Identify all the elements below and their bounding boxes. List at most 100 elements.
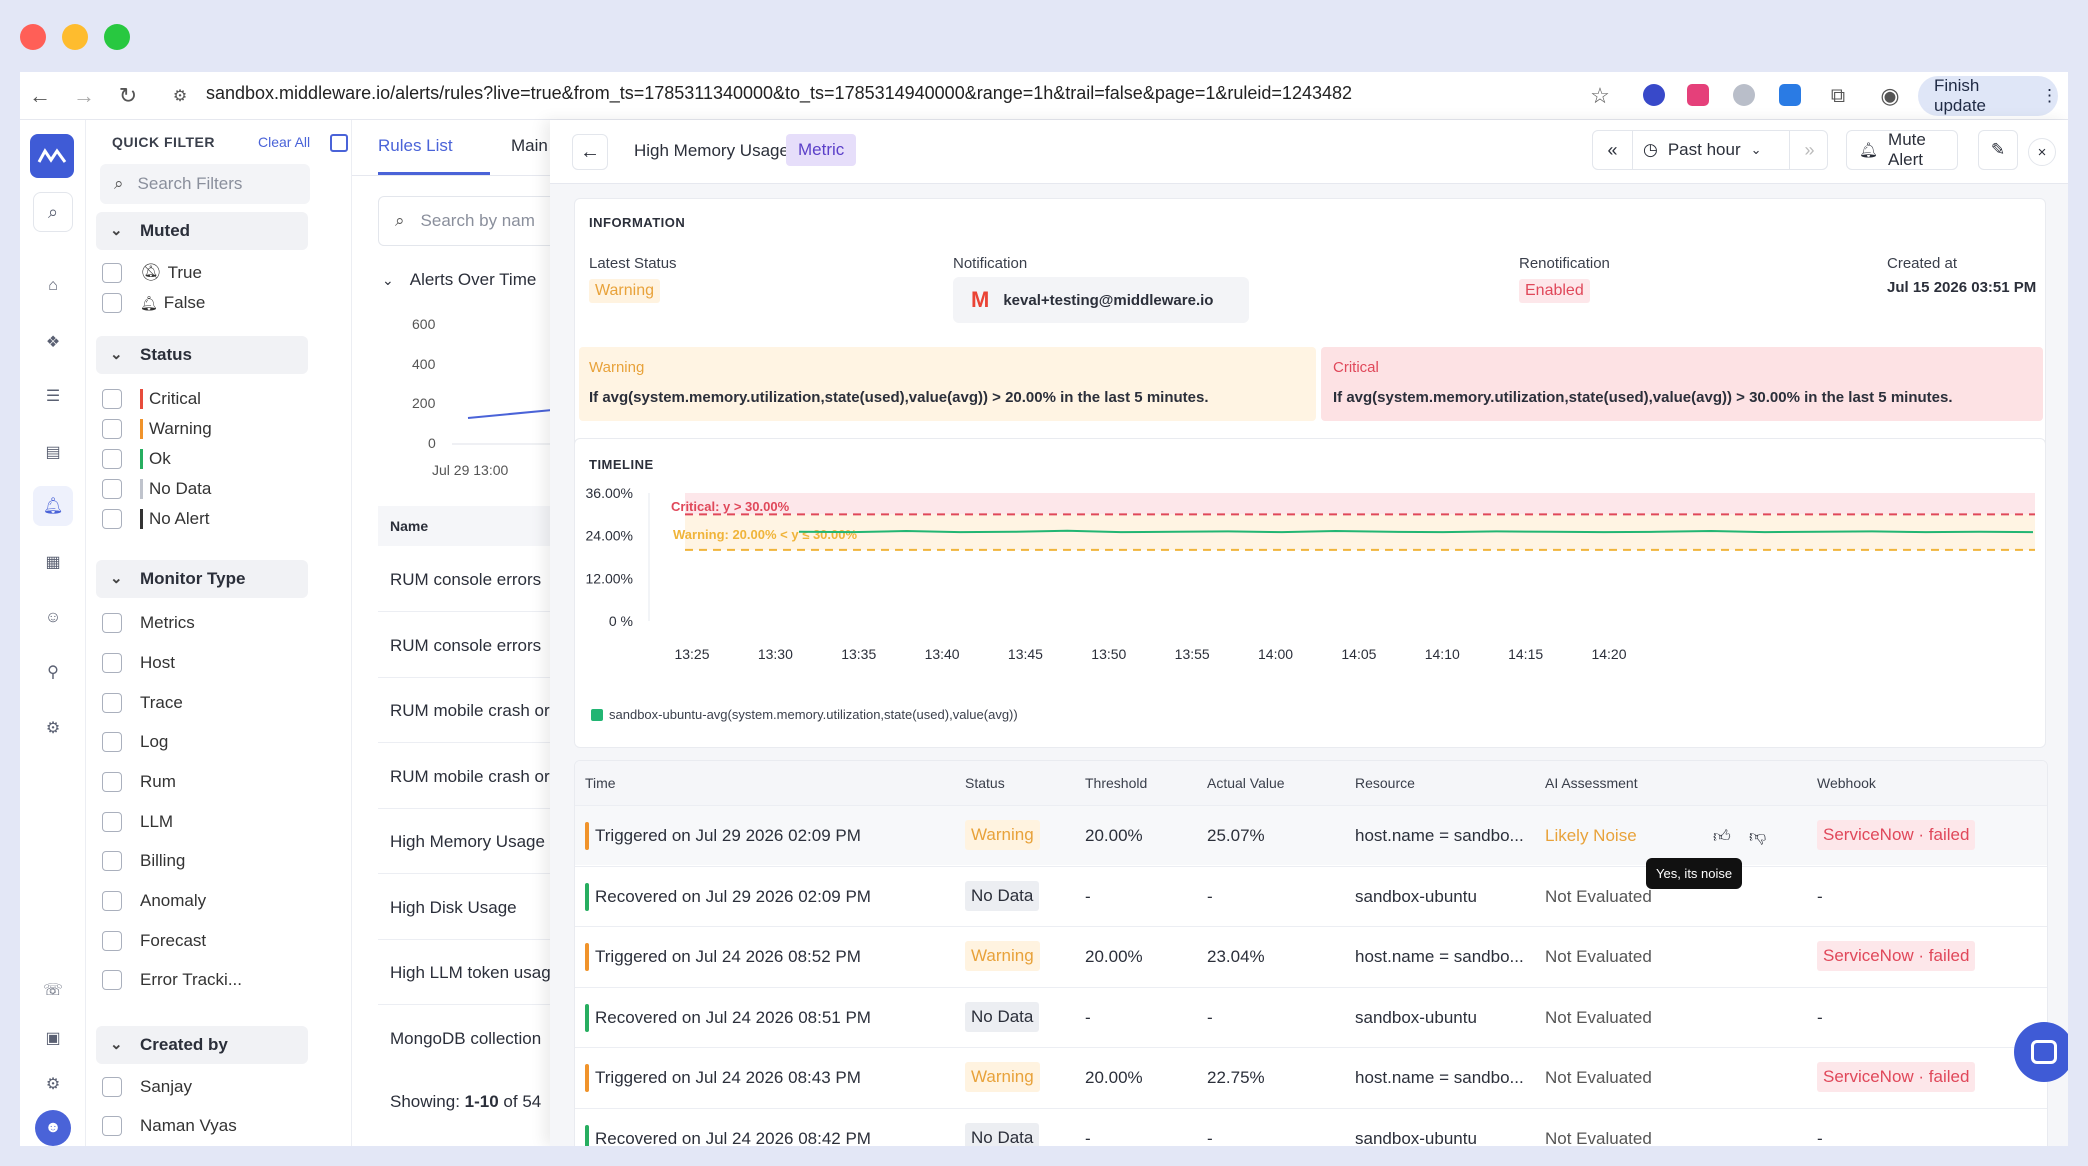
document-icon[interactable]: ▤ [33, 432, 73, 472]
chat-widget-button[interactable] [2014, 1022, 2068, 1082]
checkbox[interactable] [102, 1116, 122, 1136]
bookmark-star-icon[interactable]: ☆ [1584, 80, 1616, 112]
time-range-select[interactable]: ◷ Past hour ⌄ [1633, 131, 1789, 169]
infra-icon[interactable]: ❖ [33, 322, 73, 362]
checkbox[interactable] [102, 970, 122, 990]
table-row[interactable]: Recovered on Jul 24 2026 08:42 PM No Data… [575, 1107, 2047, 1146]
minimize-window-button[interactable] [62, 24, 88, 50]
checkbox[interactable] [102, 479, 122, 499]
site-settings-icon[interactable]: ⚙ [164, 80, 196, 112]
thumbs-down-icon[interactable]: 👎︎ [1749, 826, 1766, 847]
alerts-over-time-toggle[interactable]: ⌄ Alerts Over Time [382, 270, 536, 290]
filter-status-no-alert[interactable]: No Alert [102, 504, 209, 534]
mute-alert-button[interactable]: 🔔︎ Mute Alert [1846, 130, 1958, 170]
rules-search-input[interactable]: ⌕ Search by nam [378, 196, 551, 246]
back-icon[interactable]: ← [24, 80, 56, 112]
rule-row[interactable]: MongoDB collection [390, 1029, 541, 1049]
filter-status-no-data[interactable]: No Data [102, 474, 211, 504]
tab-rules-list[interactable]: Rules List [378, 136, 453, 156]
filter-muted-false[interactable]: 🔔︎ False [102, 288, 205, 318]
search-icon[interactable]: ⌕ [33, 192, 73, 232]
filter-type-metrics[interactable]: Metrics [102, 608, 195, 638]
clear-all-link[interactable]: Clear All [258, 134, 310, 150]
avatar[interactable]: ☻ [35, 1110, 71, 1146]
rule-row[interactable]: RUM console errors [390, 570, 541, 590]
filter-status-warning[interactable]: Warning [102, 414, 212, 444]
checkbox[interactable] [102, 812, 122, 832]
maximize-window-button[interactable] [104, 24, 130, 50]
table-row[interactable]: Recovered on Jul 24 2026 08:51 PM No Data… [575, 986, 2047, 1047]
rule-row[interactable]: High Disk Usage [390, 898, 517, 918]
checkbox[interactable] [102, 419, 122, 439]
table-row[interactable]: Triggered on Jul 29 2026 02:09 PM Warning… [575, 805, 2047, 865]
filter-muted-true[interactable]: 🔕︎ True [102, 258, 202, 288]
back-arrow-icon[interactable]: ← [572, 134, 608, 170]
status-section[interactable]: ⌄ Status [96, 336, 308, 374]
rule-row[interactable]: High LLM token usag [390, 963, 551, 983]
extension-s-icon[interactable] [1643, 84, 1665, 106]
checkbox[interactable] [102, 509, 122, 529]
filter-type-llm[interactable]: LLM [102, 807, 173, 837]
filter-creator-naman[interactable]: Naman Vyas [102, 1111, 237, 1141]
filter-type-error-tracking[interactable]: Error Tracki... [102, 965, 242, 995]
checkbox[interactable] [102, 653, 122, 673]
collapse-panel-icon[interactable] [330, 134, 348, 152]
filter-type-trace[interactable]: Trace [102, 688, 183, 718]
filter-search-input[interactable]: ⌕ Search Filters [100, 164, 310, 204]
checkbox[interactable] [102, 1077, 122, 1097]
filter-type-rum[interactable]: Rum [102, 767, 176, 797]
bot-icon[interactable]: ☺ [33, 598, 73, 638]
filter-status-ok[interactable]: Ok [102, 444, 171, 474]
user-search-icon[interactable]: ⚲ [33, 652, 73, 692]
filter-type-host[interactable]: Host [102, 648, 175, 678]
checkbox[interactable] [102, 693, 122, 713]
checkbox[interactable] [102, 293, 122, 313]
edit-pencil-icon[interactable]: ✎ [1978, 130, 2018, 170]
double-chevron-right-icon[interactable]: » [1789, 131, 1829, 169]
checkbox[interactable] [102, 263, 122, 283]
checkbox[interactable] [102, 772, 122, 792]
gear-icon[interactable]: ⚙ [33, 1064, 73, 1104]
rule-row[interactable]: RUM mobile crash or [390, 767, 550, 787]
alerts-icon[interactable]: 🔔︎ [33, 486, 73, 526]
reload-icon[interactable]: ↻ [112, 80, 144, 112]
logs-icon[interactable]: ☰ [33, 376, 73, 416]
close-window-button[interactable] [20, 24, 46, 50]
checkbox[interactable] [102, 851, 122, 871]
filter-creator-sanjay[interactable]: Sanjay [102, 1072, 192, 1102]
extension-color-icon[interactable] [1687, 84, 1709, 106]
filter-status-critical[interactable]: Critical [102, 384, 201, 414]
close-icon[interactable]: × [2028, 138, 2056, 166]
thumbs-up-icon[interactable]: 👍︎ [1713, 826, 1731, 847]
filter-type-billing[interactable]: Billing [102, 846, 185, 876]
checkbox[interactable] [102, 449, 122, 469]
url-field[interactable]: sandbox.middleware.io/alerts/rules?live=… [206, 83, 1352, 104]
table-row[interactable]: Triggered on Jul 24 2026 08:43 PM Warning… [575, 1047, 2047, 1107]
table-row[interactable]: Recovered on Jul 29 2026 02:09 PM No Data… [575, 865, 2047, 926]
dashboard-icon[interactable]: ▦ [33, 542, 73, 582]
rule-row[interactable]: RUM mobile crash or [390, 701, 550, 721]
filter-type-anomaly[interactable]: Anomaly [102, 886, 206, 916]
rule-row[interactable]: RUM console errors [390, 636, 541, 656]
checkbox[interactable] [102, 613, 122, 633]
support-icon[interactable]: ☏ [33, 970, 73, 1010]
extensions-puzzle-icon[interactable]: ⧉ [1822, 80, 1854, 112]
checkbox[interactable] [102, 891, 122, 911]
package-icon[interactable]: ▣ [33, 1018, 73, 1058]
monitor-type-section[interactable]: ⌄ Monitor Type [96, 560, 308, 598]
filter-type-forecast[interactable]: Forecast [102, 926, 206, 956]
checkbox[interactable] [102, 931, 122, 951]
settings-chip-icon[interactable]: ⚙ [33, 708, 73, 748]
profile-icon[interactable]: ◉ [1874, 80, 1906, 112]
filter-type-log[interactable]: Log [102, 727, 168, 757]
table-row[interactable]: Triggered on Jul 24 2026 08:52 PM Warning… [575, 926, 2047, 986]
checkbox[interactable] [102, 389, 122, 409]
finish-update-button[interactable]: Finish update ⋮ [1918, 76, 2058, 116]
extension-gear-icon[interactable] [1779, 84, 1801, 106]
muted-section[interactable]: ⌄ Muted [96, 212, 308, 250]
forward-icon[interactable]: → [68, 80, 100, 112]
checkbox[interactable] [102, 732, 122, 752]
home-icon[interactable]: ⌂ [33, 266, 73, 306]
rule-row[interactable]: High Memory Usage [390, 832, 545, 852]
double-chevron-left-icon[interactable]: « [1593, 131, 1633, 169]
